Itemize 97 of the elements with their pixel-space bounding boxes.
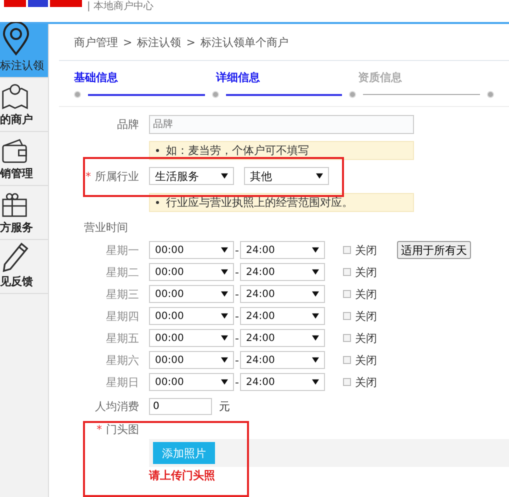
checkbox-label: 关闭 xyxy=(354,374,377,390)
dash-separator: - xyxy=(235,354,239,366)
open-time-select[interactable]: 00:00 xyxy=(149,351,234,369)
category-select[interactable]: 生活服务 xyxy=(149,167,234,185)
brand-input[interactable]: 品牌 xyxy=(149,114,414,134)
map-pin-icon xyxy=(1,22,31,56)
apply-all-button[interactable]: 适用于所有天 xyxy=(396,241,471,259)
pencil-icon xyxy=(1,240,29,272)
checkbox[interactable] xyxy=(342,246,351,254)
step-label: 基础信息 xyxy=(74,70,119,85)
caret-icon xyxy=(312,313,319,319)
header-subtitle: | 本地商户中心 xyxy=(87,0,154,13)
checkbox[interactable] xyxy=(342,312,351,320)
step-dot xyxy=(212,91,219,98)
open-time-select[interactable]: 00:00 xyxy=(149,373,234,391)
close-time-select[interactable]: 24:00 xyxy=(240,351,325,369)
sidebar-item[interactable]: 见反馈 xyxy=(0,240,48,294)
checkbox[interactable] xyxy=(342,356,351,364)
sidebar-item[interactable]: 的商户 xyxy=(0,78,48,132)
close-time-select[interactable]: 24:00 xyxy=(240,329,325,347)
hint-message: 如：麦当劳，个体户可不填写 xyxy=(149,140,414,160)
dash-separator: - xyxy=(235,288,239,300)
caret-icon xyxy=(312,379,319,385)
open-time-select[interactable]: 00:00 xyxy=(149,329,234,347)
breadcrumb-item[interactable]: 商户管理 xyxy=(74,34,118,50)
close-time-select[interactable]: 24:00 xyxy=(240,307,325,325)
close-time-select[interactable]: 24:00 xyxy=(240,263,325,281)
step-dot xyxy=(74,91,81,98)
checkbox[interactable] xyxy=(342,378,351,386)
caret-icon xyxy=(221,291,228,297)
open-time-select[interactable]: 00:00 xyxy=(149,263,234,281)
caret-icon xyxy=(221,269,228,275)
breadcrumb-separator: > xyxy=(123,36,132,48)
close-time-select[interactable]: 24:00 xyxy=(240,285,325,303)
checkbox-label: 关闭 xyxy=(354,352,377,368)
checkbox-label: 关闭 xyxy=(354,264,377,280)
step-label: 详细信息 xyxy=(216,70,261,85)
caret-icon xyxy=(312,291,319,297)
open-time-select[interactable]: 00:00 xyxy=(149,241,234,259)
breadcrumb-separator: > xyxy=(186,36,196,48)
field-label: 门头图 xyxy=(106,422,139,436)
checkbox-label: 关闭 xyxy=(354,330,377,346)
field-label: 星期四 xyxy=(106,310,139,322)
hint-message: 行业应与营业执照上的经营范围对应。 xyxy=(149,192,414,212)
section-label: 营业时间 xyxy=(83,220,129,236)
caret-icon xyxy=(312,247,319,253)
error-message: 请上传门头照 xyxy=(149,468,215,482)
gift-icon xyxy=(1,192,29,218)
caret-icon xyxy=(316,173,323,179)
checkbox-label: 关闭 xyxy=(354,308,377,324)
breadcrumb-item[interactable]: 标注认领 xyxy=(137,34,182,50)
wallet-icon xyxy=(1,138,29,164)
dash-separator: - xyxy=(235,266,239,278)
caret-icon xyxy=(221,313,228,319)
dash-separator: - xyxy=(235,310,239,322)
unit-label: 元 xyxy=(219,398,230,414)
subcategory-select[interactable]: 其他 xyxy=(244,167,329,185)
dash-separator: - xyxy=(235,376,239,388)
dash-separator: - xyxy=(235,332,239,344)
field-label: 星期一 xyxy=(106,244,139,256)
field-label: 星期六 xyxy=(106,354,139,366)
checkbox[interactable] xyxy=(342,268,351,276)
caret-icon xyxy=(312,269,319,275)
checkbox-label: 关闭 xyxy=(354,242,377,258)
step-dot xyxy=(487,91,494,98)
field-label: 星期五 xyxy=(106,332,139,344)
close-time-select[interactable]: 24:00 xyxy=(240,373,325,391)
required-asterisk: * xyxy=(86,170,91,182)
open-time-select[interactable]: 00:00 xyxy=(149,307,234,325)
field-label: 星期二 xyxy=(106,266,139,278)
checkbox[interactable] xyxy=(342,334,351,342)
step-label: 资质信息 xyxy=(358,70,403,85)
sidebar-item[interactable]: 标注认领 xyxy=(0,24,48,78)
field-label: 星期日 xyxy=(106,376,139,388)
dash-separator: - xyxy=(235,244,239,256)
caret-icon xyxy=(221,247,228,253)
caret-icon xyxy=(221,173,228,179)
open-time-select[interactable]: 00:00 xyxy=(149,285,234,303)
caret-icon xyxy=(221,379,228,385)
caret-icon xyxy=(312,357,319,363)
breadcrumb-item: 标注认领单个商户 xyxy=(200,34,288,50)
field-label: 人均消费 xyxy=(95,400,139,412)
required-asterisk: * xyxy=(96,422,102,436)
average-spend-input[interactable]: 0 xyxy=(149,398,212,414)
field-label: 星期三 xyxy=(106,288,139,300)
caret-icon xyxy=(221,335,228,341)
field-label: 品牌 xyxy=(117,118,139,130)
field-label: 所属行业 xyxy=(95,170,139,182)
logo-icon xyxy=(4,0,84,8)
checkbox[interactable] xyxy=(342,290,351,298)
sidebar-item[interactable]: 销管理 xyxy=(0,132,48,186)
close-time-select[interactable]: 24:00 xyxy=(240,241,325,259)
checkbox-label: 关闭 xyxy=(354,286,377,302)
sidebar-item[interactable]: 方服务 xyxy=(0,186,48,240)
step-dot xyxy=(349,91,356,98)
caret-icon xyxy=(312,335,319,341)
caret-icon xyxy=(221,357,228,363)
